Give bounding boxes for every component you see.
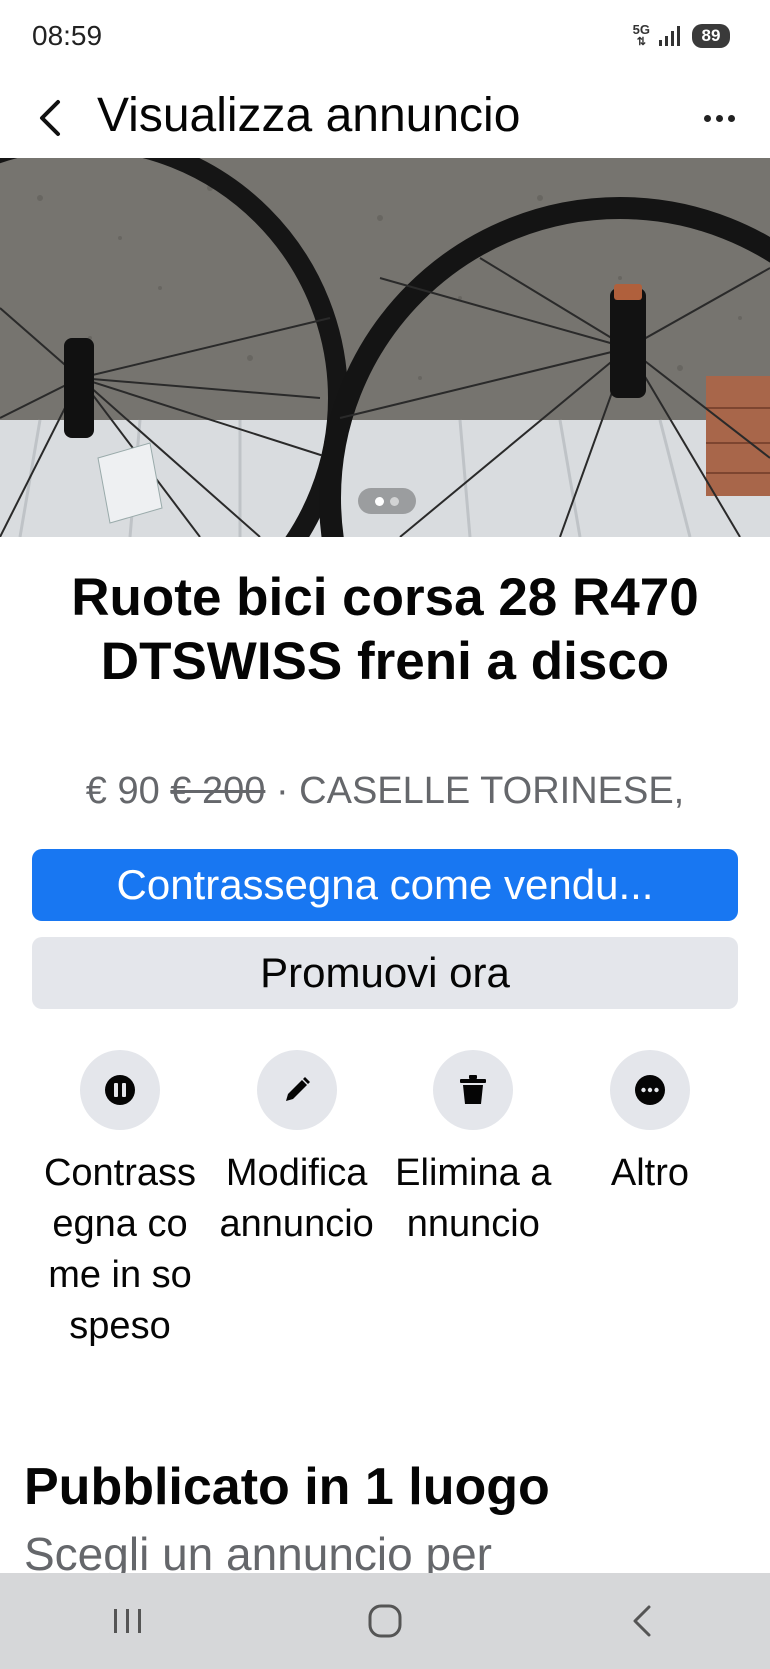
delete-listing-label: Elimina annuncio	[395, 1152, 552, 1245]
edit-listing-button[interactable]	[256, 1050, 337, 1130]
chevron-left-icon	[40, 100, 60, 136]
pause-icon	[105, 1075, 135, 1105]
promote-button[interactable]: Promuovi ora	[32, 937, 738, 1009]
mark-pending-label: Contrassegna come in sospeso	[43, 1152, 197, 1347]
more-action[interactable]: Altro	[570, 1050, 730, 1352]
original-price: € 200	[170, 770, 266, 812]
delete-listing-action[interactable]: Elimina annuncio	[393, 1050, 553, 1352]
network-type: 5G	[632, 22, 650, 37]
delete-listing-button[interactable]	[433, 1050, 514, 1130]
mark-sold-button[interactable]: Contrassegna come vendu...	[32, 849, 738, 921]
data-arrows-icon: ⇅	[636, 36, 646, 48]
image-pager[interactable]	[358, 488, 416, 514]
network-label: 5G ⇅	[632, 22, 650, 48]
more-action-label: Altro	[610, 1152, 690, 1194]
recent-apps-icon	[114, 1609, 142, 1633]
status-bar: 08:59 5G ⇅ 89	[0, 0, 770, 76]
separator: ·	[275, 770, 289, 812]
wheels-photo	[0, 158, 770, 537]
mark-pending-action[interactable]: Contrassegna come in sospeso	[40, 1050, 200, 1352]
price: € 90	[85, 770, 160, 812]
back-button[interactable]	[28, 90, 72, 146]
pencil-icon	[285, 1077, 310, 1101]
mark-pending-button[interactable]	[80, 1050, 160, 1130]
more-dot	[715, 114, 723, 122]
status-icons: 5G ⇅ 89	[632, 22, 730, 48]
more-horizontal-icon	[703, 114, 711, 122]
pager-dot-active	[375, 496, 384, 506]
price-line: € 90 € 200 · CASELLE TORINESE,	[0, 770, 770, 813]
published-title: Pubblicato in 1 luogo	[24, 1458, 550, 1516]
home-icon	[368, 1604, 402, 1638]
listing-actions: Contrassegna come in sospeso Modifica an…	[40, 1050, 730, 1352]
more-horizontal-icon	[634, 1075, 665, 1105]
more-action-button[interactable]	[609, 1050, 690, 1130]
back-arrow-icon	[633, 1605, 651, 1637]
more-dot	[727, 114, 735, 122]
listing-photo[interactable]	[0, 158, 770, 537]
system-nav-bar	[0, 1573, 770, 1669]
trash-icon	[460, 1075, 487, 1104]
system-back-button[interactable]	[602, 1591, 682, 1651]
listing-title: Ruote bici corsa 28 R470 DTSWISS freni a…	[71, 568, 699, 691]
edit-listing-action[interactable]: Modifica annuncio	[217, 1050, 377, 1352]
app-header: Visualizza annuncio	[0, 76, 770, 158]
more-options-button[interactable]	[694, 98, 744, 138]
home-button[interactable]	[345, 1591, 425, 1651]
location[interactable]: CASELLE TORINESE,	[299, 770, 684, 812]
page-title: Visualizza annuncio	[97, 89, 521, 142]
signal-icon	[659, 26, 680, 46]
status-time: 08:59	[32, 20, 103, 51]
recent-apps-button[interactable]	[88, 1591, 168, 1651]
battery-icon: 89	[692, 24, 730, 48]
pager-dot	[390, 496, 399, 506]
edit-listing-label: Modifica annuncio	[219, 1152, 374, 1245]
